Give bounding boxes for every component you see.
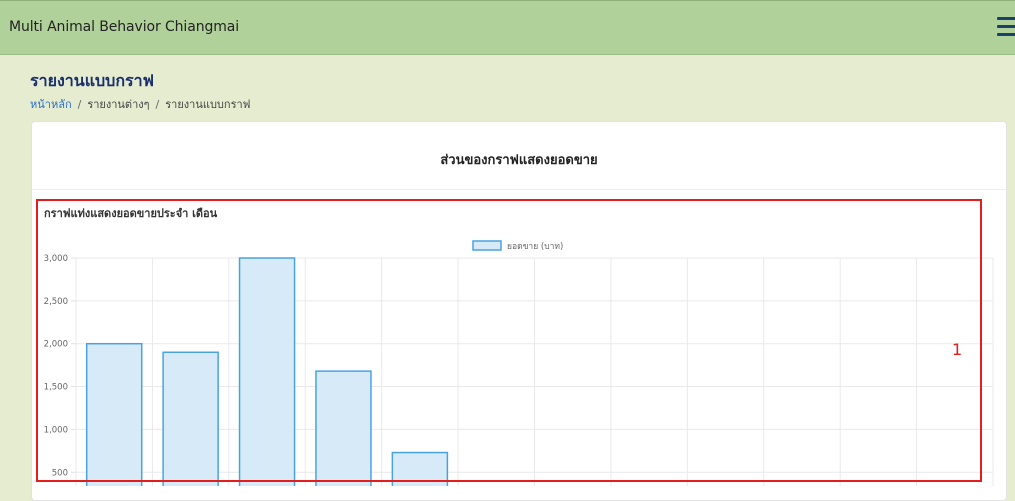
legend-swatch	[472, 240, 502, 251]
bar	[162, 351, 219, 486]
y-tick-label: 3,000	[44, 254, 68, 264]
bar	[391, 451, 449, 486]
bar-chart: 3,000 2,500 2,000 1,500 1,000 500 ยอดขาย (บาท)	[44, 240, 994, 486]
legend-label: ยอดขาย (บาท)	[507, 242, 563, 252]
y-tick-label: 500	[52, 468, 68, 478]
annotation-label: 1	[952, 340, 963, 359]
y-tick-label: 1,000	[44, 425, 68, 435]
bar	[315, 370, 372, 486]
y-tick-label: 2,500	[44, 297, 68, 307]
bar	[238, 257, 296, 486]
bar	[85, 342, 143, 486]
y-tick-label: 2,000	[44, 340, 68, 350]
y-tick-label: 1,500	[44, 383, 68, 393]
